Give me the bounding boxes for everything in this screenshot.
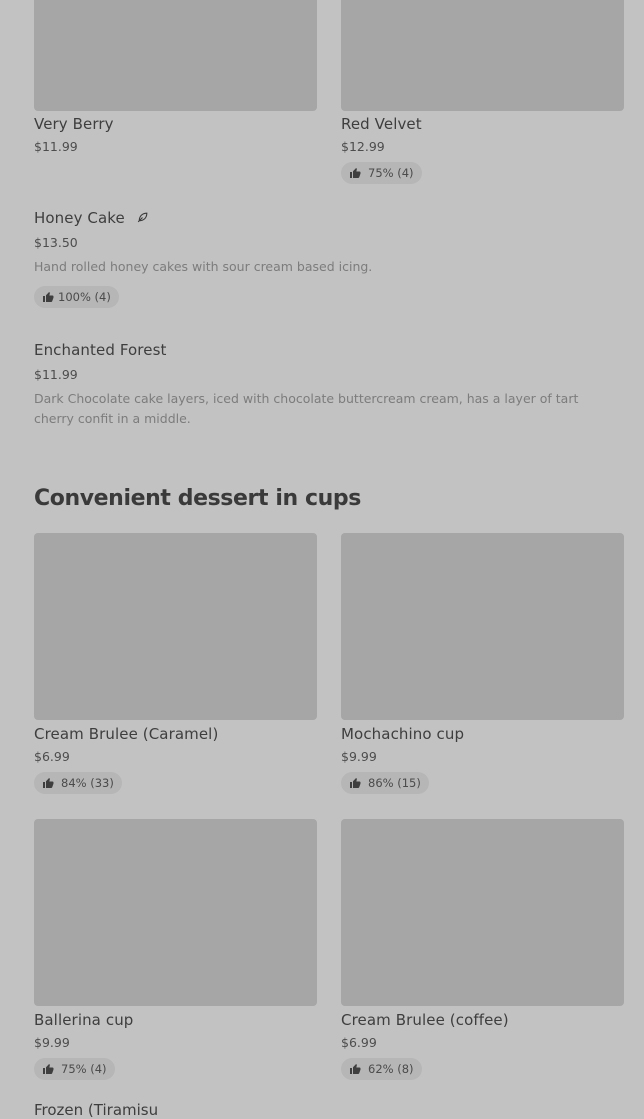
product-image[interactable]: [341, 0, 624, 111]
rating-badge: 100% (4): [34, 286, 119, 308]
thumbs-up-icon: [350, 1064, 361, 1074]
product-name[interactable]: Honey Cake: [34, 209, 149, 228]
product-price: $11.99: [34, 139, 78, 154]
product-name[interactable]: Frozen (Tiramisu: [34, 1101, 158, 1119]
product-name[interactable]: Mochachino cup: [341, 725, 464, 743]
rating-text: 86% (15): [368, 776, 421, 790]
rating-badge: 86% (15): [341, 772, 429, 794]
product-image[interactable]: [34, 819, 317, 1006]
leaf-icon: [136, 210, 149, 228]
section-title: Convenient dessert in cups: [34, 486, 361, 511]
product-image[interactable]: [34, 533, 317, 720]
rating-badge: 62% (8): [341, 1058, 422, 1080]
product-price: $6.99: [34, 749, 70, 764]
rating-text: 62% (8): [368, 1062, 414, 1076]
product-name[interactable]: Ballerina cup: [34, 1011, 133, 1029]
thumbs-up-icon: [350, 778, 361, 788]
product-image[interactable]: [341, 819, 624, 1006]
thumbs-up-icon: [350, 168, 361, 178]
product-name[interactable]: Cream Brulee (Caramel): [34, 725, 218, 743]
product-price: $9.99: [341, 749, 377, 764]
rating-badge: 84% (33): [34, 772, 122, 794]
product-price: $11.99: [34, 367, 78, 382]
product-name[interactable]: Red Velvet: [341, 115, 422, 133]
product-name[interactable]: Enchanted Forest: [34, 341, 166, 359]
product-description: Hand rolled honey cakes with sour cream …: [34, 259, 373, 274]
rating-text: 75% (4): [61, 1062, 107, 1076]
product-name[interactable]: Cream Brulee (coffee): [341, 1011, 509, 1029]
product-name[interactable]: Very Berry: [34, 115, 114, 133]
product-price: $9.99: [34, 1035, 70, 1050]
product-price: $6.99: [341, 1035, 377, 1050]
product-image[interactable]: [341, 533, 624, 720]
thumbs-up-icon: [43, 1064, 54, 1074]
product-description: Dark Chocolate cake layers, iced with ch…: [34, 391, 579, 426]
product-name-text: Honey Cake: [34, 209, 125, 227]
rating-badge: 75% (4): [34, 1058, 115, 1080]
product-price: $12.99: [341, 139, 385, 154]
rating-text: 84% (33): [61, 776, 114, 790]
thumbs-up-icon: [43, 292, 54, 302]
product-image[interactable]: [34, 0, 317, 111]
rating-text: 75% (4): [368, 166, 414, 180]
rating-text: 100% (4): [58, 290, 111, 304]
product-price: $13.50: [34, 235, 78, 250]
rating-badge: 75% (4): [341, 162, 422, 184]
thumbs-up-icon: [43, 778, 54, 788]
